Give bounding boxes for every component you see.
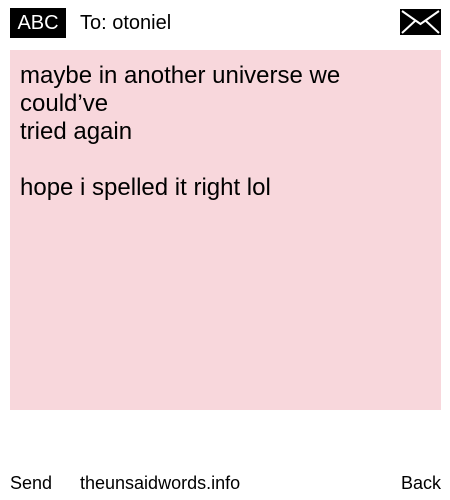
message-header: ABC To: otoniel bbox=[0, 0, 450, 46]
recipient-line: To: otoniel bbox=[80, 12, 172, 34]
message-card[interactable]: maybe in another universe we could’ve tr… bbox=[10, 50, 441, 410]
keyboard-mode-button[interactable]: ABC bbox=[10, 8, 66, 38]
message-text[interactable]: maybe in another universe we could’ve tr… bbox=[20, 62, 431, 202]
send-button[interactable]: Send bbox=[10, 470, 52, 496]
back-button[interactable]: Back bbox=[401, 470, 441, 496]
envelope-icon[interactable] bbox=[400, 9, 441, 35]
site-link[interactable]: theunsaidwords.info bbox=[80, 470, 240, 496]
footer-bar: Send theunsaidwords.info Back bbox=[0, 470, 450, 496]
